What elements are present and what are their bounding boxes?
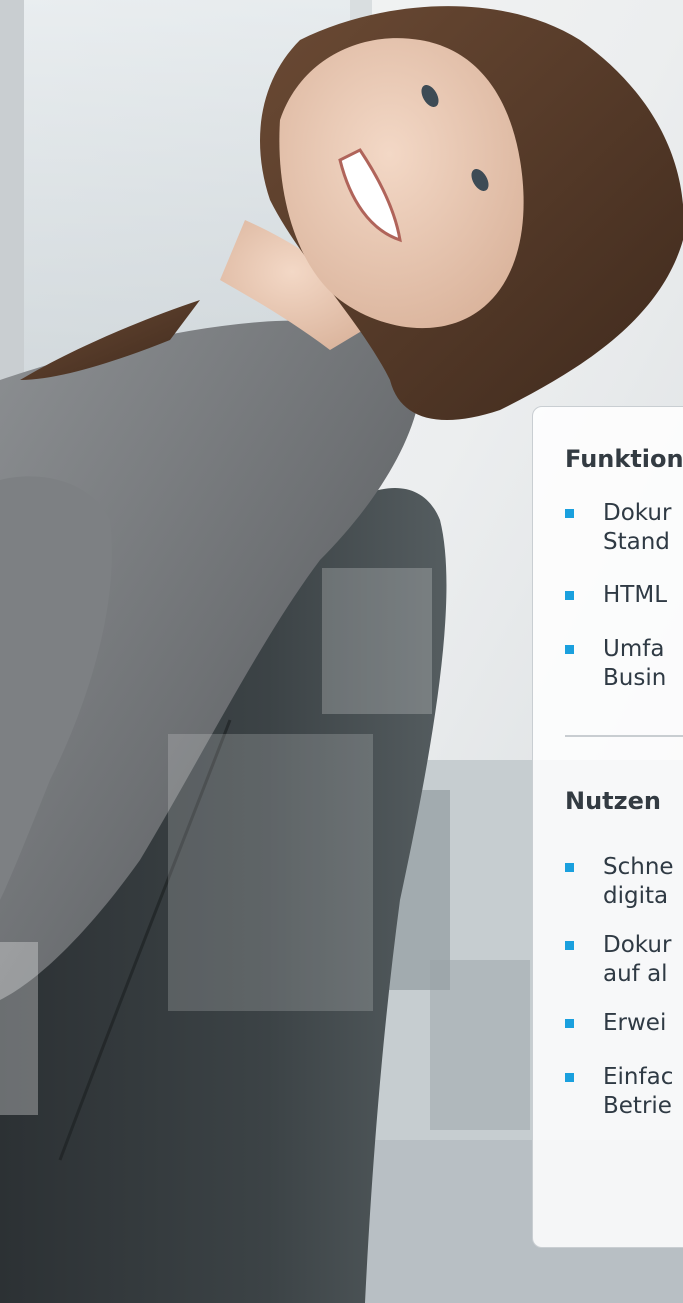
bullet-square-icon	[565, 863, 574, 872]
list-item-line1: Schne	[603, 854, 674, 880]
list-item-line1: HTML	[603, 582, 668, 608]
list-item-line1: Einfac	[603, 1064, 674, 1090]
section-heading-nutzen: Nutzen	[565, 787, 661, 815]
bullet-square-icon	[565, 941, 574, 950]
list-item-line1: Dokur	[603, 500, 672, 526]
list-item-line2: Busin	[603, 665, 667, 691]
list-item-line2: Stand	[603, 529, 670, 555]
list-item-line1: Dokur	[603, 932, 672, 958]
bullet-square-icon	[565, 509, 574, 518]
section-heading-funktion: Funktion	[565, 445, 683, 473]
section-divider	[565, 735, 683, 737]
list-item-line2: Betrie	[603, 1093, 672, 1119]
list-item-line2: digita	[603, 883, 669, 909]
bullet-square-icon	[565, 591, 574, 600]
bullet-square-icon	[565, 1019, 574, 1028]
list-item-line1: Umfa	[603, 636, 665, 662]
list-item-line2: auf al	[603, 961, 668, 987]
bullet-square-icon	[565, 645, 574, 654]
feature-card: Funktion Dokur Stand HTML Umfa Busin Nut…	[532, 406, 683, 1248]
list-item-line1: Erwei	[603, 1010, 667, 1036]
page: Funktion Dokur Stand HTML Umfa Busin Nut…	[0, 0, 683, 1303]
bullet-square-icon	[565, 1073, 574, 1082]
